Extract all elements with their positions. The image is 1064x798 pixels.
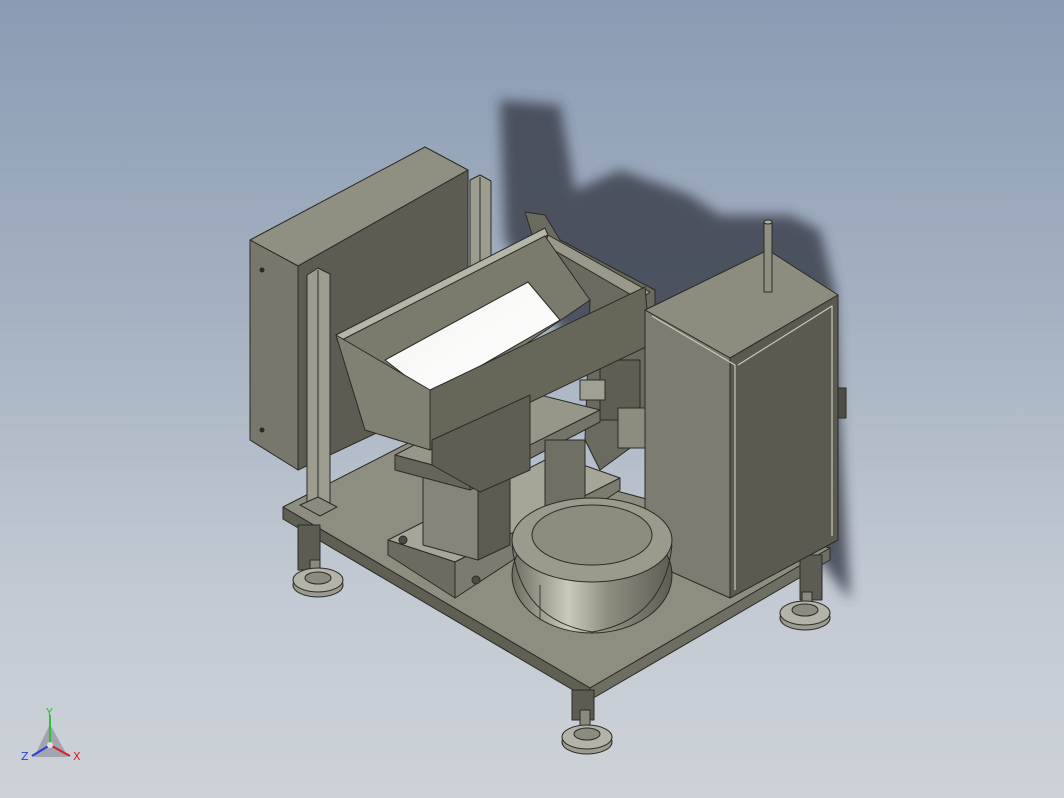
vibratory-bowl <box>511 497 673 634</box>
coordinate-triad: Y X Z <box>21 706 81 763</box>
triad-x-label: X <box>73 750 81 763</box>
graphics-viewport[interactable]: Y X Z <box>0 0 1064 798</box>
triad-y-label: Y <box>45 706 53 719</box>
leveling-foot-bottom <box>561 689 613 755</box>
triad-z-label: Z <box>21 750 29 763</box>
